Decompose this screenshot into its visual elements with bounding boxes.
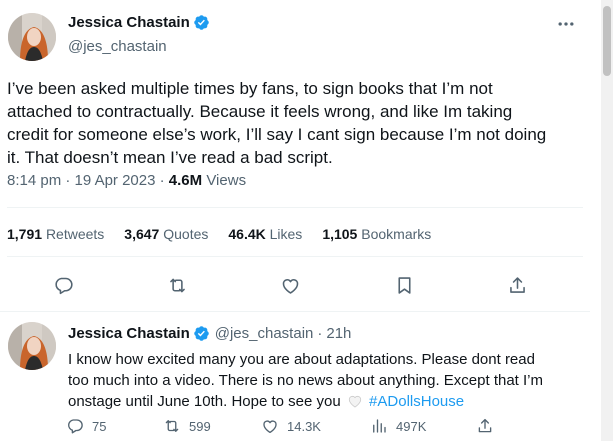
- like-button[interactable]: 14.3K: [261, 416, 321, 436]
- tweet-text-line: attached to contractually. Because it fe…: [7, 102, 513, 121]
- views-button[interactable]: 497K: [370, 416, 426, 436]
- reply-icon: [68, 419, 83, 434]
- author-name-row[interactable]: Jessica Chastain @jes_chastain · 21h: [68, 325, 351, 342]
- author-name[interactable]: Jessica Chastain: [68, 14, 190, 31]
- avatar-image: [8, 322, 56, 370]
- quotes-label: Quotes: [163, 226, 209, 242]
- reply-text-line: I know how excited many you are about ad…: [68, 351, 535, 368]
- views-count: 497K: [396, 418, 427, 434]
- bookmark-button[interactable]: [389, 270, 419, 300]
- scrollbar-thumb[interactable]: [603, 6, 611, 76]
- likes-label: Likes: [269, 226, 303, 242]
- likes-count: 46.4K: [228, 226, 266, 242]
- share-icon: [509, 276, 525, 293]
- reply-text-line: too much into a video. There is no news …: [68, 372, 543, 389]
- tweet-text-line: credit for someone else’s work, I’ll say…: [7, 125, 547, 144]
- more-options-icon[interactable]: [556, 14, 576, 34]
- share-button[interactable]: [476, 416, 502, 436]
- tweet-age[interactable]: 21h: [326, 325, 351, 342]
- reply-text-last-line: onstage until June 10th. Hope to see you…: [68, 391, 578, 412]
- retweets-count: 1,791: [7, 226, 43, 242]
- engagement-stats: 1,791 Retweets 3,647 Quotes 46.4K Likes …: [7, 226, 451, 242]
- scrollbar-track[interactable]: [601, 0, 613, 441]
- tweet-text-line: I’ve been asked multiple times by fans, …: [7, 79, 493, 98]
- reply-button[interactable]: 75: [66, 416, 106, 436]
- hashtag-link[interactable]: #ADollsHouse: [369, 393, 464, 410]
- bookmarks-count: 1,105: [322, 226, 358, 242]
- tweet-text-line: it. That doesn’t mean I’ve read a bad sc…: [7, 148, 333, 167]
- views-chart-icon: [373, 419, 386, 433]
- tweet-date[interactable]: 19 Apr 2023: [75, 172, 156, 189]
- meta-separator: ·: [317, 325, 323, 342]
- like-icon: [263, 420, 277, 434]
- divider: [7, 256, 583, 257]
- author-name[interactable]: Jessica Chastain: [68, 325, 190, 342]
- views-count: 4.6M: [168, 172, 203, 189]
- tweet-meta: 8:14 pm · 19 Apr 2023 · 4.6M Views: [7, 172, 246, 189]
- avatar[interactable]: [8, 13, 56, 61]
- retweets-count: 599: [189, 418, 211, 434]
- reply-tweet[interactable]: Jessica Chastain @jes_chastain · 21h I k…: [0, 312, 590, 441]
- views-label: Views: [206, 172, 247, 189]
- verified-badge-icon: [193, 325, 210, 342]
- like-button[interactable]: [275, 270, 305, 300]
- tweet-time[interactable]: 8:14 pm: [7, 172, 61, 189]
- meta-separator: ·: [159, 172, 165, 189]
- bookmark-icon: [397, 276, 411, 294]
- reply-button[interactable]: [48, 270, 78, 300]
- retweet-icon: [169, 278, 185, 292]
- likes-count: 14.3K: [287, 418, 321, 434]
- author-handle[interactable]: @jes_chastain: [68, 38, 167, 55]
- reply-actions: 75 599 14.3K 497K: [0, 416, 590, 436]
- retweet-icon: [165, 420, 179, 432]
- main-tweet: Jessica Chastain @jes_chastain I’ve been…: [0, 0, 590, 311]
- retweet-button[interactable]: [162, 270, 192, 300]
- retweets-stat[interactable]: 1,791 Retweets: [7, 226, 104, 242]
- bookmarks-stat[interactable]: 1,105 Bookmarks: [322, 226, 431, 242]
- meta-separator: ·: [65, 172, 71, 189]
- share-button[interactable]: [502, 270, 532, 300]
- reply-text-line: onstage until June 10th. Hope to see you: [68, 393, 341, 410]
- avatar[interactable]: [8, 322, 56, 370]
- like-icon: [282, 278, 298, 294]
- retweet-button[interactable]: 599: [163, 416, 211, 436]
- reply-icon: [54, 277, 73, 294]
- tweet-actions: [0, 270, 590, 300]
- share-icon: [478, 418, 492, 433]
- white-heart-emoji-icon: [348, 395, 361, 408]
- author-name-row[interactable]: Jessica Chastain: [68, 14, 210, 31]
- retweets-label: Retweets: [45, 226, 105, 242]
- avatar-image: [8, 13, 56, 61]
- author-handle[interactable]: @jes_chastain: [215, 325, 314, 342]
- divider: [7, 207, 583, 208]
- quotes-stat[interactable]: 3,647 Quotes: [124, 226, 208, 242]
- quotes-count: 3,647: [124, 226, 160, 242]
- bookmarks-label: Bookmarks: [361, 226, 432, 242]
- likes-stat[interactable]: 46.4K Likes: [228, 226, 302, 242]
- verified-badge-icon: [193, 14, 210, 31]
- reply-text: I know how excited many you are about ad…: [68, 349, 578, 412]
- tweet-text: I’ve been asked multiple times by fans, …: [7, 77, 582, 169]
- replies-count: 75: [92, 418, 107, 434]
